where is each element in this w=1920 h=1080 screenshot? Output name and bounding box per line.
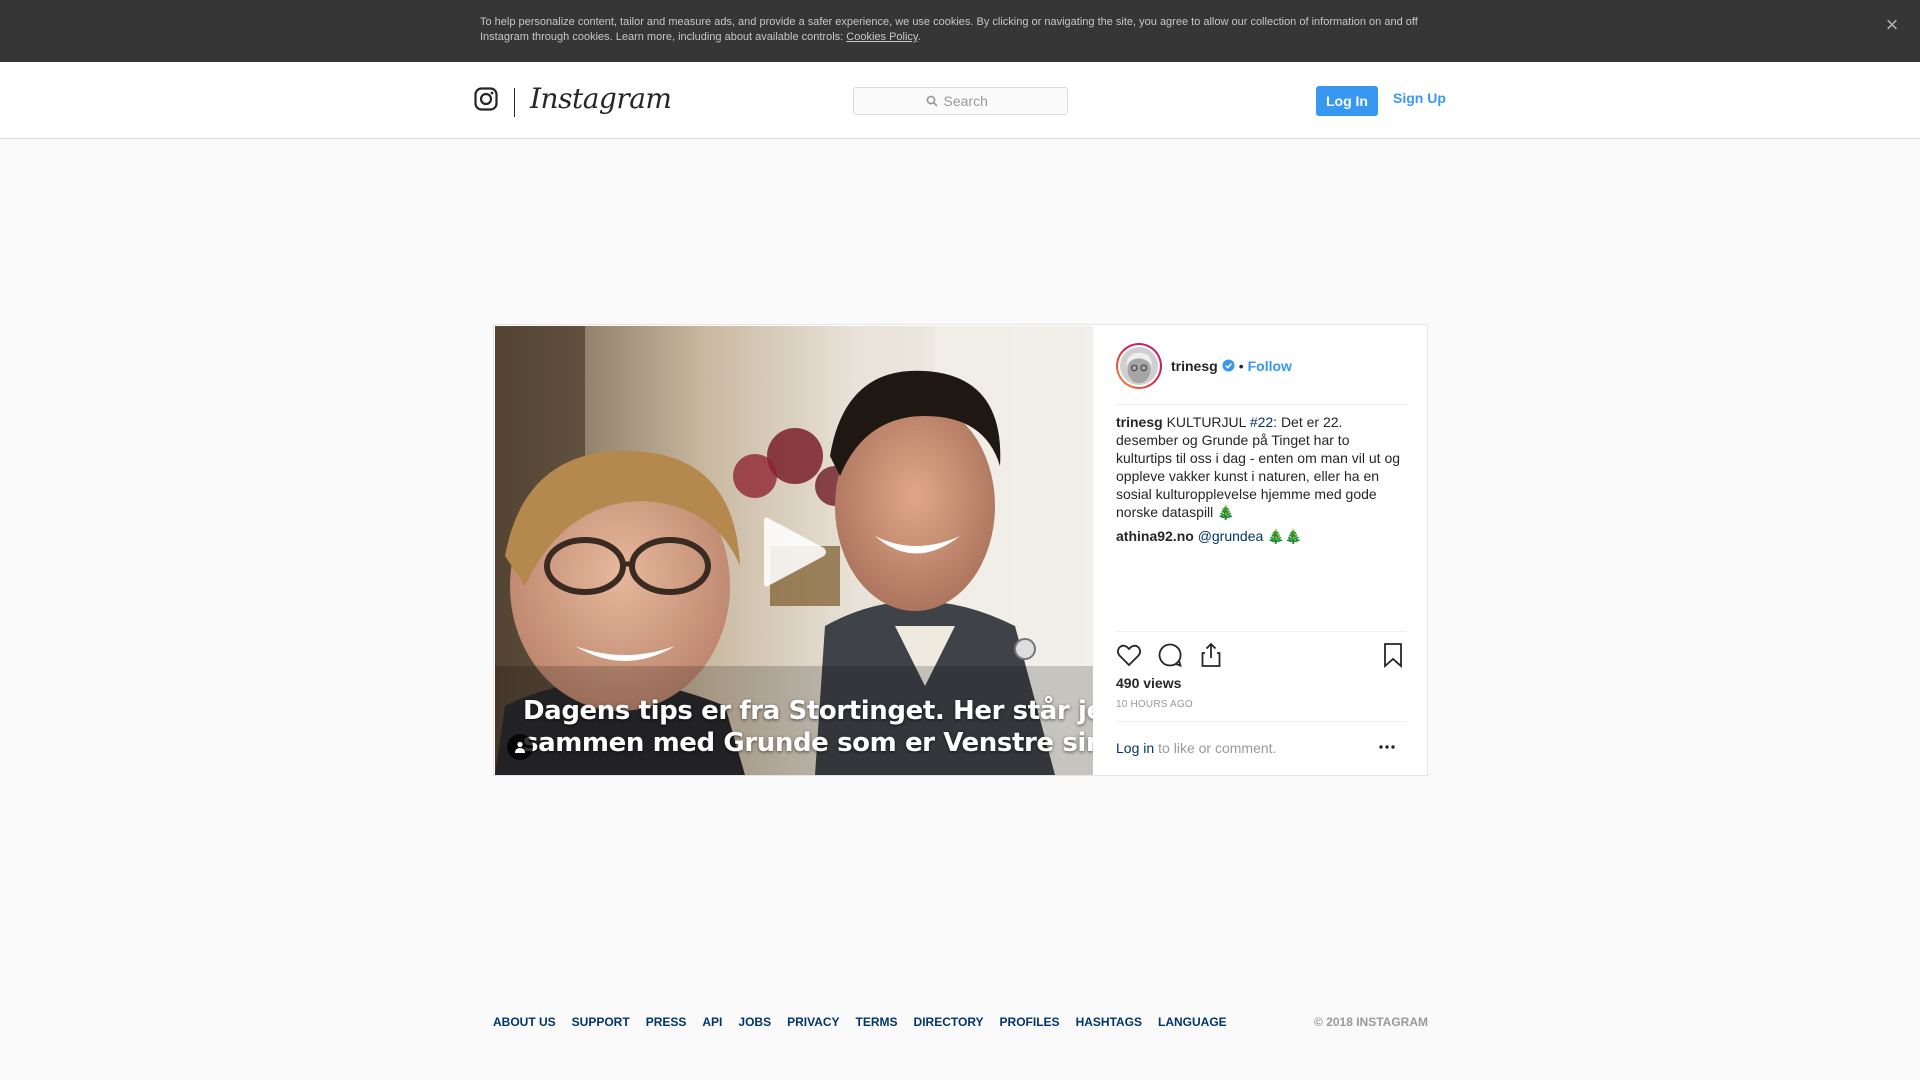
post-sidebar: trinesg • Follow trinesg KULTURJUL #22: … bbox=[1094, 325, 1427, 775]
cookie-text-suffix: . bbox=[917, 31, 921, 43]
login-button[interactable]: Log In bbox=[1316, 86, 1378, 116]
footer-link-api[interactable]: API bbox=[702, 1015, 722, 1029]
login-prompt: Log in to like or comment. bbox=[1116, 721, 1406, 773]
post-actions bbox=[1116, 631, 1406, 675]
comment-item: athina92.no @grundea 🎄🎄 bbox=[1116, 527, 1406, 545]
cookie-banner-text: To help personalize content, tailor and … bbox=[480, 15, 1440, 45]
logo-divider bbox=[514, 88, 515, 117]
post-author-header: trinesg • Follow bbox=[1116, 341, 1406, 405]
footer-link-press[interactable]: PRESS bbox=[646, 1015, 687, 1029]
instagram-glyph-icon[interactable] bbox=[474, 87, 498, 111]
signup-link[interactable]: Sign Up bbox=[1393, 90, 1446, 106]
footer-link-directory[interactable]: DIRECTORY bbox=[914, 1015, 984, 1029]
post-timestamp[interactable]: 10 HOURS AGO bbox=[1116, 699, 1193, 710]
hashtag-link[interactable]: #22 bbox=[1250, 414, 1273, 430]
avatar[interactable] bbox=[1116, 342, 1162, 389]
post-card: Dagens tips er fra Stortinget. Her står … bbox=[493, 324, 1428, 776]
video-caption-line-1: Dagens tips er fra Stortinget. Her står … bbox=[523, 696, 1093, 726]
bookmark-icon[interactable] bbox=[1380, 642, 1406, 668]
author-username[interactable]: trinesg bbox=[1171, 358, 1218, 374]
heart-icon[interactable] bbox=[1116, 642, 1142, 668]
login-link[interactable]: Log in bbox=[1116, 740, 1154, 756]
close-icon[interactable]: × bbox=[1880, 14, 1904, 38]
top-navigation: Instagram Log In Sign Up bbox=[0, 62, 1920, 139]
comment-username[interactable]: trinesg bbox=[1116, 414, 1163, 430]
footer-link-profiles[interactable]: PROFILES bbox=[1000, 1015, 1060, 1029]
footer-link-jobs[interactable]: JOBS bbox=[738, 1015, 771, 1029]
search-box[interactable] bbox=[853, 87, 1068, 115]
comment-text: 🎄🎄 bbox=[1263, 528, 1303, 544]
footer-link-hashtags[interactable]: HASHTAGS bbox=[1076, 1015, 1142, 1029]
footer-link-terms[interactable]: TERMS bbox=[856, 1015, 898, 1029]
cookie-banner: To help personalize content, tailor and … bbox=[0, 0, 1920, 62]
footer-link-support[interactable]: SUPPORT bbox=[572, 1015, 630, 1029]
search-icon bbox=[926, 95, 938, 107]
login-prompt-text: to like or comment. bbox=[1158, 739, 1277, 756]
search-input[interactable] bbox=[943, 93, 996, 109]
video-caption-line-2: sammen med Grunde som er Venstre sin bbox=[523, 728, 1093, 758]
footer-link-privacy[interactable]: PRIVACY bbox=[787, 1015, 839, 1029]
comment-caption: trinesg KULTURJUL #22: Det er 22. desemb… bbox=[1116, 413, 1406, 521]
verified-badge-icon bbox=[1222, 359, 1235, 372]
separator-dot: • bbox=[1238, 357, 1244, 374]
avatar-photo bbox=[1120, 346, 1158, 385]
footer-nav: ABOUT US SUPPORT PRESS API JOBS PRIVACY … bbox=[493, 1015, 1428, 1029]
person-icon bbox=[515, 741, 525, 753]
comment-username[interactable]: athina92.no bbox=[1116, 528, 1194, 544]
footer-link-language[interactable]: LANGUAGE bbox=[1158, 1015, 1227, 1029]
comment-text-prefix: KULTURJUL bbox=[1162, 414, 1250, 430]
follow-button[interactable]: Follow bbox=[1248, 358, 1292, 374]
footer-link-about[interactable]: ABOUT US bbox=[493, 1015, 556, 1029]
comment-bubble-icon[interactable] bbox=[1157, 642, 1183, 668]
cookies-policy-link[interactable]: Cookies Policy bbox=[846, 31, 917, 43]
page-footer: ABOUT US SUPPORT PRESS API JOBS PRIVACY … bbox=[493, 1015, 1428, 1029]
more-options-icon[interactable] bbox=[1378, 742, 1396, 752]
user-tag-icon[interactable] bbox=[507, 734, 533, 760]
play-icon[interactable] bbox=[760, 514, 830, 590]
comments-list: trinesg KULTURJUL #22: Det er 22. desemb… bbox=[1116, 413, 1406, 551]
copyright: © 2018 INSTAGRAM bbox=[1314, 1015, 1428, 1029]
share-icon[interactable] bbox=[1198, 642, 1224, 668]
mention-link[interactable]: @grundea bbox=[1198, 528, 1264, 544]
post-video[interactable]: Dagens tips er fra Stortinget. Her står … bbox=[495, 326, 1093, 775]
cookie-text-body: To help personalize content, tailor and … bbox=[480, 16, 1418, 43]
view-count[interactable]: 490 views bbox=[1116, 675, 1181, 691]
instagram-wordmark[interactable]: Instagram bbox=[530, 82, 672, 115]
